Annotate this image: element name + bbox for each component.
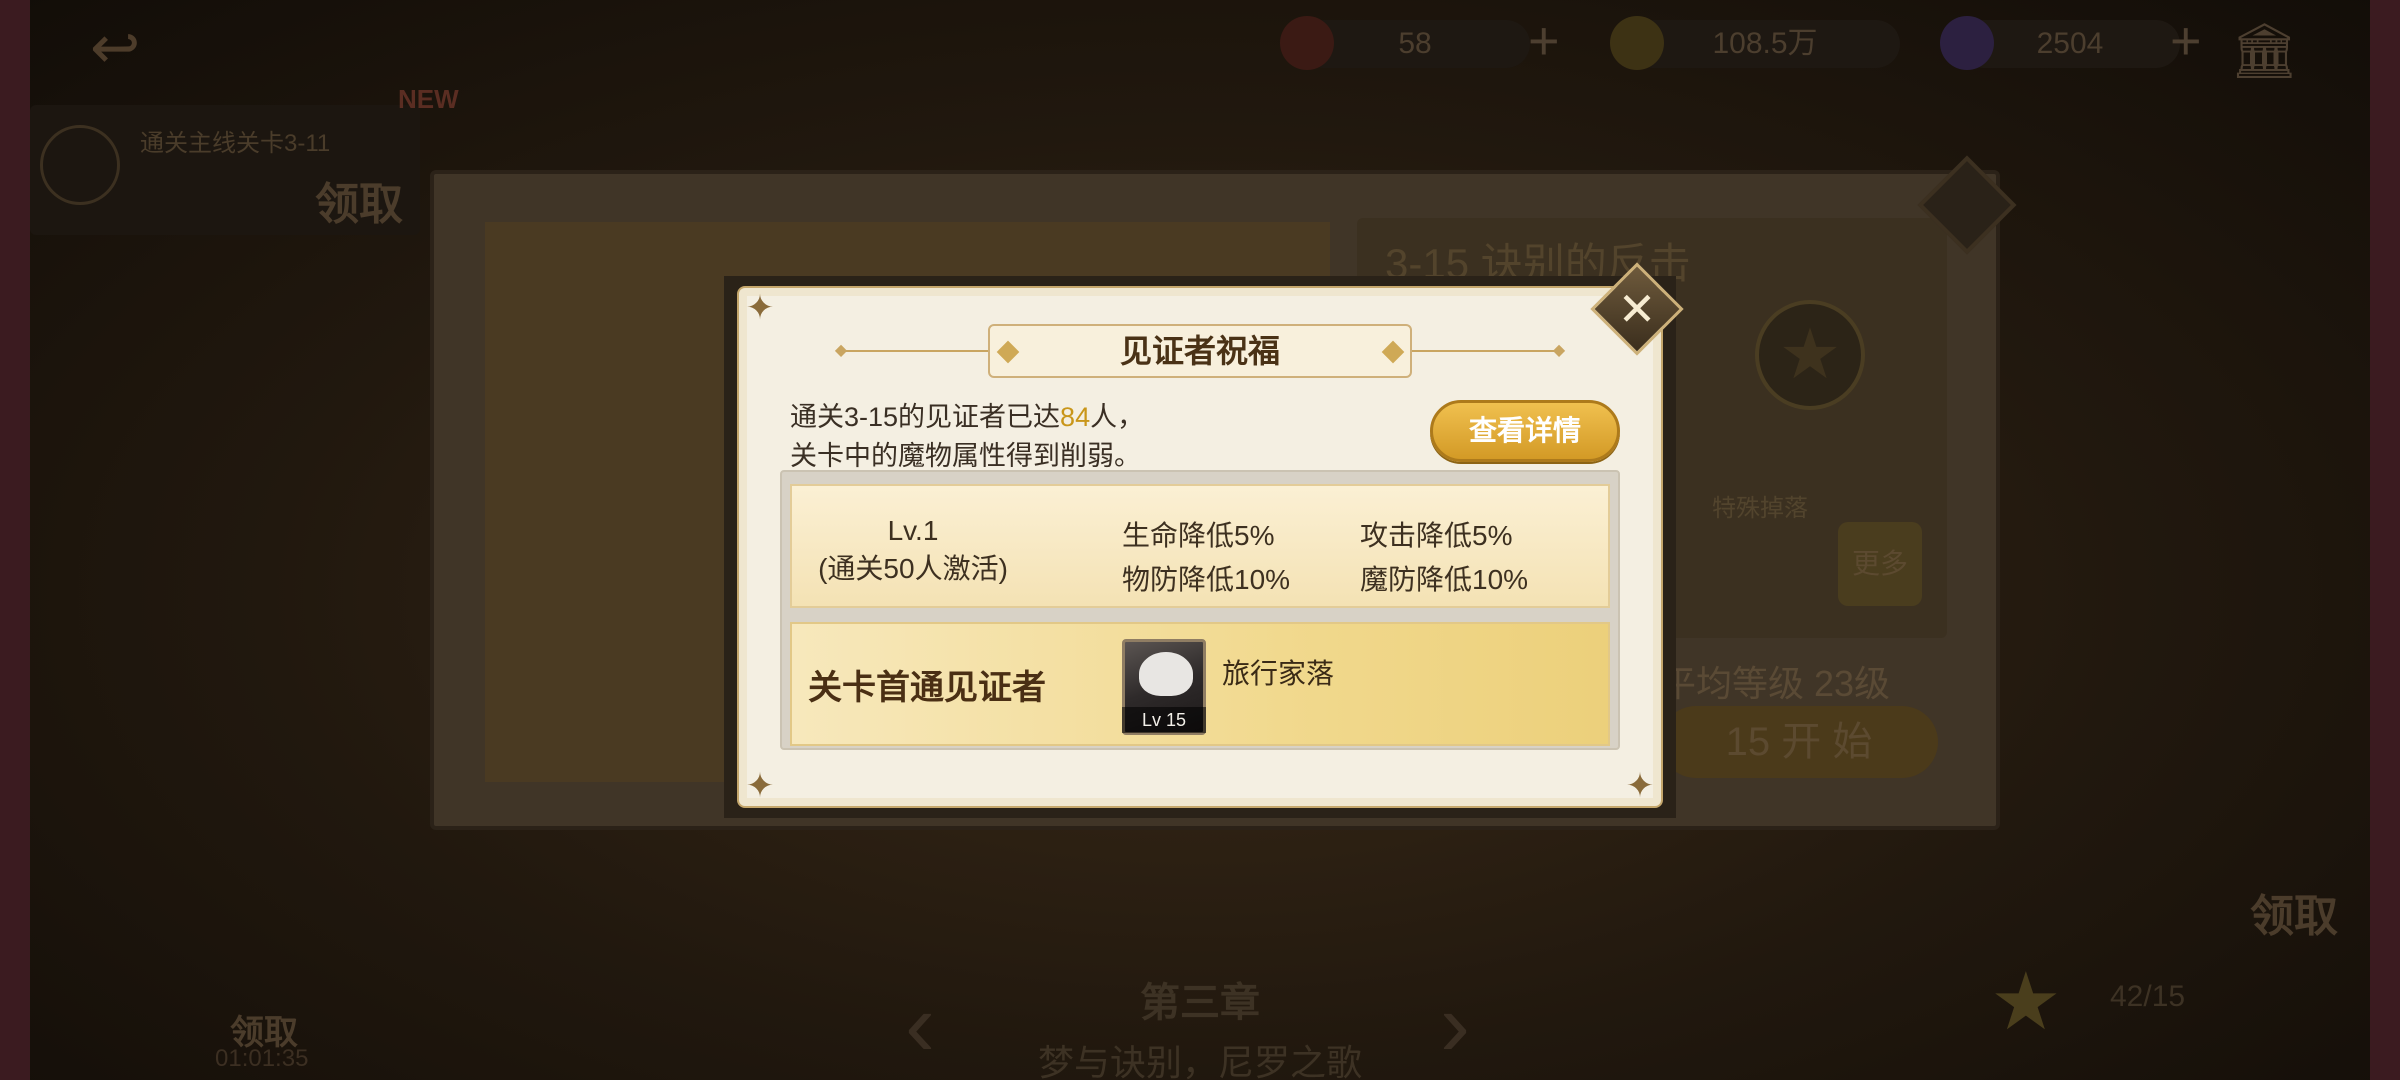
divider-dot-icon: ◆ — [1552, 342, 1566, 359]
back-arrow-icon[interactable]: ↩ — [90, 18, 200, 78]
add-gems-plus-icon[interactable]: + — [2170, 14, 2202, 68]
quest-badge-icon — [40, 125, 120, 205]
corner-ornament-icon: ✦ — [745, 767, 775, 805]
blessing-level-block: Lv.1 (通关50人激活) — [800, 512, 1026, 588]
description-prefix: 通关3-15的见证者已达 — [790, 402, 1061, 432]
special-drop-tag: 特殊掉落 — [1712, 495, 1808, 522]
gems-value: 2504 — [2036, 27, 2104, 60]
stamina-icon — [1280, 16, 1334, 70]
add-stamina-plus-icon[interactable]: + — [1528, 14, 1560, 68]
quest-title: 通关主线关卡3-11 — [140, 130, 331, 157]
description-suffix: 人， — [1090, 402, 1145, 432]
chapter-star-progress: 42/15 — [2110, 980, 2186, 1013]
chapter-star-icon: ★ — [1990, 957, 2062, 1046]
screen-edge-left — [0, 0, 30, 1080]
buff-effect: 生命降低5% — [1122, 520, 1275, 551]
gold-coin-icon — [1610, 16, 1664, 70]
player-level-badge: Lv 15 — [1122, 707, 1206, 733]
witness-count: 84 — [1060, 402, 1091, 432]
gold-value: 108.5万 — [1712, 27, 1818, 60]
description-line-1: 通关3-15的见证者已达84人， — [790, 398, 1144, 437]
buff-effect: 魔防降低10% — [1360, 564, 1529, 595]
divider-dot-icon: ◆ — [834, 342, 848, 359]
gold-counter: 108.5万 — [1610, 16, 1900, 70]
star-slot-icon: ★ — [1755, 300, 1865, 410]
blessing-level: Lv.1 — [887, 515, 939, 546]
dialog-description: 通关3-15的见证者已达84人， 关卡中的魔物属性得到削弱。 — [790, 398, 1144, 476]
start-button[interactable]: 15 开 始 — [1660, 706, 1938, 778]
average-level: 平均等级 23级 — [1660, 663, 1891, 704]
buff-effect: 物防降低10% — [1122, 564, 1291, 595]
player-name: 旅行家落 — [1222, 658, 1335, 689]
corner-ornament-icon: ✦ — [745, 289, 775, 327]
view-details-button[interactable]: 查看详情 — [1430, 400, 1620, 462]
corner-ornament-icon: ✦ — [1625, 767, 1655, 805]
bank-icon[interactable]: 🏛 — [2230, 20, 2300, 81]
buff-effect: 攻击降低5% — [1360, 520, 1513, 551]
gems-counter: 2504 — [1940, 16, 2180, 70]
new-tag: NEW — [398, 84, 459, 114]
close-icon[interactable]: ✕ — [1604, 276, 1670, 342]
blessing-condition: (通关50人激活) — [818, 553, 1008, 584]
screen-edge-right — [2370, 0, 2400, 1080]
stamina-value: 58 — [1398, 27, 1432, 60]
claim-label-bg: 领取 — [315, 180, 403, 229]
more-button[interactable]: 更多 — [1838, 522, 1922, 606]
title-divider-left — [840, 350, 988, 352]
top-bar: ↩ 58 + 108.5万 2504 + 🏛 — [30, 0, 2370, 90]
first-clear-label: 关卡首通见证者 — [808, 669, 1046, 707]
bottom-claim-label[interactable]: 领取 — [2250, 880, 2338, 944]
dialog-title: 见证者祝福 — [988, 324, 1412, 378]
claim-timer: 01:01:35 — [215, 1045, 309, 1072]
avatar-portrait-icon — [1139, 652, 1193, 696]
title-divider-right — [1412, 350, 1560, 352]
gem-icon — [1940, 16, 1994, 70]
stamina-counter: 58 — [1280, 16, 1530, 70]
